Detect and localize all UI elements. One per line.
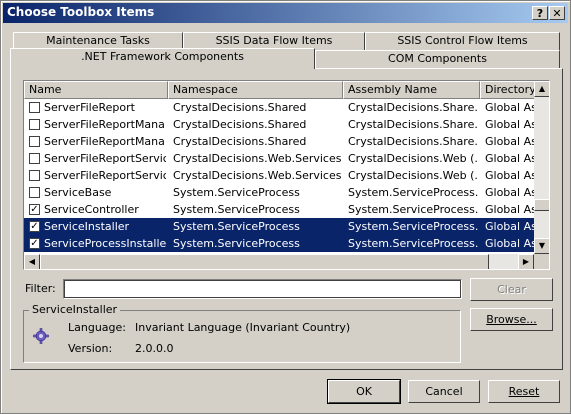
name-cell: ServerFileReportService: [44, 169, 166, 182]
namespace-cell: CrystalDecisions.Shared: [173, 101, 307, 114]
directory-cell: Global Ass: [485, 220, 537, 233]
language-value: Invariant Language (Invariant Country): [135, 321, 351, 334]
name-cell: ServiceInstaller: [44, 220, 130, 233]
table-row[interactable]: ✓ ServiceProcessInstaller System.ServicePr…: [24, 235, 537, 252]
assembly-cell: CrystalDecisions.Share...: [348, 101, 478, 114]
namespace-cell: CrystalDecisions.Shared: [173, 118, 307, 131]
namespace-cell: System.ServiceProcess: [173, 203, 300, 216]
ok-button[interactable]: OK: [327, 379, 401, 404]
tab-ssis-control-flow-items[interactable]: SSIS Control Flow Items: [365, 32, 560, 50]
reset-label: Reset: [508, 385, 540, 398]
close-icon[interactable]: ✕: [549, 6, 565, 20]
language-label: Language:: [68, 321, 126, 334]
table-row[interactable]: ServerFileReportService CrystalDecisions.…: [24, 150, 537, 167]
tab-label: SSIS Control Flow Items: [397, 34, 528, 47]
table-row[interactable]: ServerFileReportMana... CrystalDecisions.…: [24, 133, 537, 150]
name-cell: ServiceBase: [44, 186, 112, 199]
help-icon[interactable]: ?: [532, 6, 548, 20]
assembly-cell: CrystalDecisions.Web (...: [348, 152, 478, 165]
horizontal-scrollbar[interactable]: ◀ ▶: [24, 254, 534, 269]
title-bar[interactable]: Choose Toolbox Items ? ✕: [3, 3, 568, 23]
assembly-cell: System.ServiceProcess...: [348, 186, 478, 199]
name-cell: ServiceController: [44, 203, 139, 216]
assembly-cell: CrystalDecisions.Web (...: [348, 169, 478, 182]
directory-cell: Global Ass: [485, 101, 537, 114]
reset-button[interactable]: Reset: [488, 380, 560, 403]
directory-cell: Global Ass: [485, 135, 537, 148]
namespace-cell: System.ServiceProcess: [173, 220, 300, 233]
browse-label: Browse...: [486, 313, 537, 326]
checkbox-icon[interactable]: ✓: [29, 221, 40, 232]
checkbox-icon[interactable]: [29, 187, 40, 198]
assembly-cell: CrystalDecisions.Share...: [348, 118, 478, 131]
directory-cell: Global Ass: [485, 152, 537, 165]
scroll-left-icon[interactable]: ◀: [24, 254, 40, 269]
table-row[interactable]: ✓ ServiceController System.ServiceProcess S…: [24, 201, 537, 218]
checkbox-icon[interactable]: ✓: [29, 238, 40, 249]
tab-com-components[interactable]: COM Components: [315, 50, 560, 68]
namespace-cell: CrystalDecisions.Shared: [173, 135, 307, 148]
tab-label: COM Components: [388, 52, 487, 65]
directory-cell: Global Ass: [485, 237, 537, 250]
column-header-assembly-name[interactable]: Assembly Name: [343, 81, 480, 99]
table-row[interactable]: ServerFileReport CrystalDecisions.Shared C…: [24, 99, 537, 116]
cancel-button[interactable]: Cancel: [408, 380, 480, 403]
vertical-scroll-thumb[interactable]: [534, 199, 549, 211]
directory-cell: Global Ass: [485, 118, 537, 131]
tab-label: Maintenance Tasks: [46, 34, 150, 47]
namespace-cell: System.ServiceProcess: [173, 186, 300, 199]
choose-toolbox-items-dialog: Choose Toolbox Items ? ✕ Maintenance Tas…: [0, 0, 571, 414]
component-details-group: [23, 310, 461, 363]
assembly-cell: System.ServiceProcess...: [348, 237, 478, 250]
scroll-up-icon[interactable]: ▲: [534, 81, 549, 97]
directory-cell: Global Ass: [485, 169, 537, 182]
browse-button[interactable]: Browse...: [470, 308, 553, 331]
directory-cell: Global Ass: [485, 203, 537, 216]
checkbox-icon[interactable]: [29, 119, 40, 130]
version-label: Version:: [68, 342, 113, 355]
checkbox-icon[interactable]: [29, 102, 40, 113]
namespace-cell: CrystalDecisions.Web.Services: [173, 169, 342, 182]
checkbox-icon[interactable]: [29, 170, 40, 181]
component-gear-icon: [32, 327, 50, 348]
checkbox-icon[interactable]: [29, 136, 40, 147]
column-header-name[interactable]: Name: [24, 81, 168, 99]
version-value: 2.0.0.0: [135, 342, 174, 355]
assembly-cell: System.ServiceProcess...: [348, 203, 478, 216]
horizontal-scroll-thumb[interactable]: [40, 254, 489, 269]
clear-button[interactable]: Clear: [470, 278, 553, 301]
window-title: Choose Toolbox Items: [7, 5, 155, 19]
name-cell: ServiceProcessInstaller: [44, 237, 166, 250]
directory-cell: Global Ass: [485, 186, 537, 199]
table-row[interactable]: ServiceBase System.ServiceProcess System.S…: [24, 184, 537, 201]
name-cell: ServerFileReportMana...: [44, 118, 166, 131]
details-group-title: ServiceInstaller: [29, 303, 121, 316]
table-row[interactable]: ServerFileReportMana... CrystalDecisions.…: [24, 116, 537, 133]
tab-label: .NET Framework Components: [81, 50, 244, 63]
assembly-cell: CrystalDecisions.Share...: [348, 135, 478, 148]
namespace-cell: System.ServiceProcess: [173, 237, 300, 250]
checkbox-icon[interactable]: ✓: [29, 204, 40, 215]
filter-input[interactable]: [63, 279, 462, 299]
components-list[interactable]: Name Namespace Assembly Name Directory S…: [23, 80, 550, 270]
vertical-scrollbar[interactable]: ▲ ▼: [534, 81, 549, 254]
assembly-cell: System.ServiceProcess...: [348, 220, 478, 233]
column-header-namespace[interactable]: Namespace: [168, 81, 343, 99]
table-row[interactable]: ServerFileReportService CrystalDecisions.…: [24, 167, 537, 184]
name-cell: ServerFileReportMana...: [44, 135, 166, 148]
tab-net-framework-components[interactable]: .NET Framework Components: [10, 48, 315, 69]
checkbox-icon[interactable]: [29, 153, 40, 164]
scroll-down-icon[interactable]: ▼: [534, 238, 549, 254]
name-cell: ServerFileReportService: [44, 152, 166, 165]
namespace-cell: CrystalDecisions.Web.Services: [173, 152, 342, 165]
scrollbar-corner: [534, 254, 549, 269]
filter-label: Filter:: [25, 282, 56, 295]
scroll-right-icon[interactable]: ▶: [518, 254, 534, 269]
table-row[interactable]: ✓ ServiceInstaller System.ServiceProcess Sy…: [24, 218, 537, 235]
tab-label: SSIS Data Flow Items: [215, 34, 333, 47]
name-cell: ServerFileReport: [44, 101, 135, 114]
